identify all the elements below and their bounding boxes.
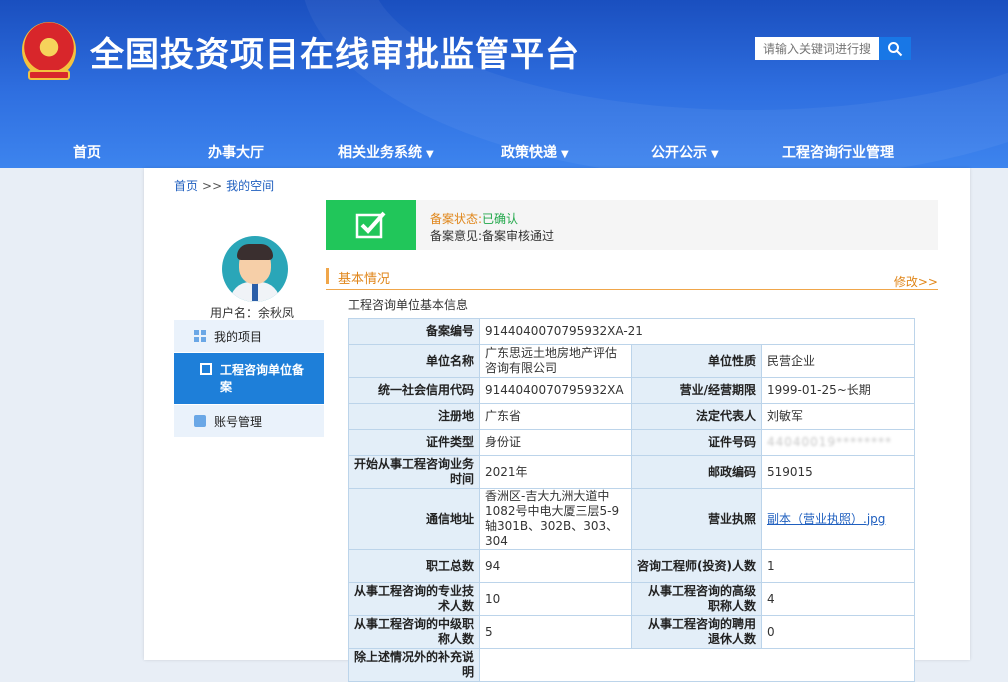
info-table: 备案编号 9144040070795932XA-21 单位名称 广东思远土地房地… bbox=[348, 318, 916, 682]
field-label: 从事工程咨询的中级职称人数 bbox=[348, 615, 480, 649]
breadcrumb-current[interactable]: 我的空间 bbox=[226, 179, 274, 193]
field-label: 邮政编码 bbox=[631, 455, 762, 489]
field-label: 单位名称 bbox=[348, 344, 480, 378]
field-label: 咨询工程师(投资)人数 bbox=[631, 549, 762, 583]
id-number-value: 44040019******** bbox=[767, 435, 893, 449]
filing-status: 备案状态:已确认 bbox=[430, 212, 519, 226]
field-value: 94 bbox=[479, 549, 632, 583]
field-label: 营业/经营期限 bbox=[631, 377, 762, 404]
nav-item-public-notice[interactable]: 公开公示 ▼ bbox=[651, 142, 719, 162]
nav-item-service-hall[interactable]: 办事大厅 bbox=[208, 142, 264, 162]
national-emblem-icon bbox=[22, 22, 76, 80]
business-license-link[interactable]: 副本（营业执照）.jpg bbox=[767, 512, 885, 526]
field-label: 单位性质 bbox=[631, 344, 762, 378]
table-row: 备案编号 9144040070795932XA-21 bbox=[348, 318, 916, 345]
field-label: 开始从事工程咨询业务时间 bbox=[348, 455, 480, 489]
field-value: 民营企业 bbox=[760, 344, 916, 378]
table-row: 开始从事工程咨询业务时间 2021年 邮政编码 519015 bbox=[348, 455, 916, 489]
main-nav: 首页 办事大厅 相关业务系统 ▼ 政策快递 ▼ 公开公示 ▼ 工程咨询行业管理 bbox=[0, 134, 1008, 168]
section-header: 基本情况 修改>> bbox=[326, 268, 938, 290]
table-row: 证件类型 身份证 证件号码 44040019******** bbox=[348, 429, 916, 456]
search-icon bbox=[888, 41, 903, 56]
field-value: 广东思远土地房地产评估咨询有限公司 bbox=[479, 344, 632, 378]
field-value: 10 bbox=[479, 582, 632, 616]
field-label: 通信地址 bbox=[348, 488, 480, 550]
user-card-icon bbox=[194, 415, 206, 427]
table-row: 从事工程咨询的专业技术人数 10 从事工程咨询的高级职称人数 4 bbox=[348, 582, 916, 616]
field-label: 从事工程咨询的专业技术人数 bbox=[348, 582, 480, 616]
field-label: 营业执照 bbox=[631, 488, 762, 550]
field-value: 9144040070795932XA bbox=[479, 377, 632, 404]
side-item-account-management[interactable]: 账号管理 bbox=[174, 405, 324, 437]
table-row: 职工总数 94 咨询工程师(投资)人数 1 bbox=[348, 549, 916, 583]
table-row: 统一社会信用代码 9144040070795932XA 营业/经营期限 1999… bbox=[348, 377, 916, 404]
filing-status-box: 备案状态:已确认 备案意见:备案审核通过 bbox=[326, 200, 938, 250]
field-label: 法定代表人 bbox=[631, 403, 762, 430]
breadcrumb-separator: >> bbox=[202, 179, 223, 193]
field-label: 职工总数 bbox=[348, 549, 480, 583]
field-value: 刘敏军 bbox=[760, 403, 916, 430]
side-item-label: 工程咨询单位备案 bbox=[220, 362, 305, 394]
filing-opinion: 备案意见:备案审核通过 bbox=[430, 229, 555, 243]
status-check-icon bbox=[326, 200, 416, 250]
nav-item-policy-express[interactable]: 政策快递 ▼ bbox=[501, 142, 569, 162]
table-row: 通信地址 香洲区-吉大九洲大道中1082号中电大厦三层5-9轴301B、302B… bbox=[348, 488, 916, 550]
breadcrumb-home[interactable]: 首页 bbox=[174, 179, 198, 193]
caret-down-icon: ▼ bbox=[711, 149, 719, 160]
field-value: 广东省 bbox=[479, 403, 632, 430]
search-input[interactable] bbox=[755, 37, 879, 60]
side-menu: 我的项目 工程咨询单位备案 账号管理 bbox=[174, 320, 324, 438]
field-label: 从事工程咨询的高级职称人数 bbox=[631, 582, 762, 616]
field-value: 5 bbox=[479, 615, 632, 649]
field-label: 证件类型 bbox=[348, 429, 480, 456]
nav-item-home[interactable]: 首页 bbox=[73, 142, 101, 162]
field-value: 1999-01-25~长期 bbox=[760, 377, 916, 404]
username-label: 用户名：余秋凤 bbox=[210, 306, 295, 320]
field-value: 0 bbox=[760, 615, 916, 649]
table-row: 注册地 广东省 法定代表人 刘敏军 bbox=[348, 403, 916, 430]
field-label: 注册地 bbox=[348, 403, 480, 430]
table-row: 除上述情况外的补充说明 bbox=[348, 648, 916, 682]
filing-status-value: 已确认 bbox=[482, 212, 519, 226]
section-subtitle: 工程咨询单位基本信息 bbox=[348, 298, 469, 312]
document-icon bbox=[200, 363, 212, 375]
field-value: 1 bbox=[760, 549, 916, 583]
nav-item-related-systems[interactable]: 相关业务系统 ▼ bbox=[338, 142, 434, 162]
table-row: 单位名称 广东思远土地房地产评估咨询有限公司 单位性质 民营企业 bbox=[348, 344, 916, 378]
field-label: 统一社会信用代码 bbox=[348, 377, 480, 404]
section-title: 基本情况 bbox=[338, 272, 391, 287]
nav-item-industry-management[interactable]: 工程咨询行业管理 bbox=[782, 142, 894, 162]
field-value bbox=[478, 648, 916, 682]
grid-icon bbox=[194, 330, 206, 342]
side-item-consulting-filing[interactable]: 工程咨询单位备案 bbox=[174, 353, 324, 404]
field-value: 9144040070795932XA-21 bbox=[478, 318, 916, 345]
side-item-label: 账号管理 bbox=[214, 414, 263, 429]
avatar bbox=[222, 236, 288, 302]
field-label: 除上述情况外的补充说明 bbox=[348, 648, 480, 682]
field-label: 备案编号 bbox=[348, 318, 480, 345]
breadcrumb: 首页 >> 我的空间 bbox=[174, 177, 274, 194]
field-label: 从事工程咨询的聘用退休人数 bbox=[631, 615, 762, 649]
site-title: 全国投资项目在线审批监管平台 bbox=[90, 35, 580, 75]
caret-down-icon: ▼ bbox=[561, 149, 569, 160]
side-item-label: 我的项目 bbox=[214, 329, 263, 344]
site-header: 全国投资项目在线审批监管平台 首页 办事大厅 相关业务系统▼ 政策快递▼ 公开公… bbox=[0, 0, 1008, 168]
field-value: 519015 bbox=[760, 455, 916, 489]
search-button[interactable] bbox=[879, 37, 911, 60]
field-value: 4 bbox=[760, 582, 916, 616]
field-value: 香洲区-吉大九洲大道中1082号中电大厦三层5-9轴301B、302B、303、… bbox=[479, 488, 632, 550]
table-row: 从事工程咨询的中级职称人数 5 从事工程咨询的聘用退休人数 0 bbox=[348, 615, 916, 649]
field-value: 2021年 bbox=[479, 455, 632, 489]
edit-link[interactable]: 修改>> bbox=[894, 273, 938, 290]
field-label: 证件号码 bbox=[631, 429, 762, 456]
caret-down-icon: ▼ bbox=[426, 149, 434, 160]
field-value: 身份证 bbox=[479, 429, 632, 456]
side-item-my-projects[interactable]: 我的项目 bbox=[174, 320, 324, 352]
content-panel: 首页 >> 我的空间 用户名：余秋凤 我的项目 工程咨询单位备案 账号管理 备案状态… bbox=[144, 168, 970, 682]
